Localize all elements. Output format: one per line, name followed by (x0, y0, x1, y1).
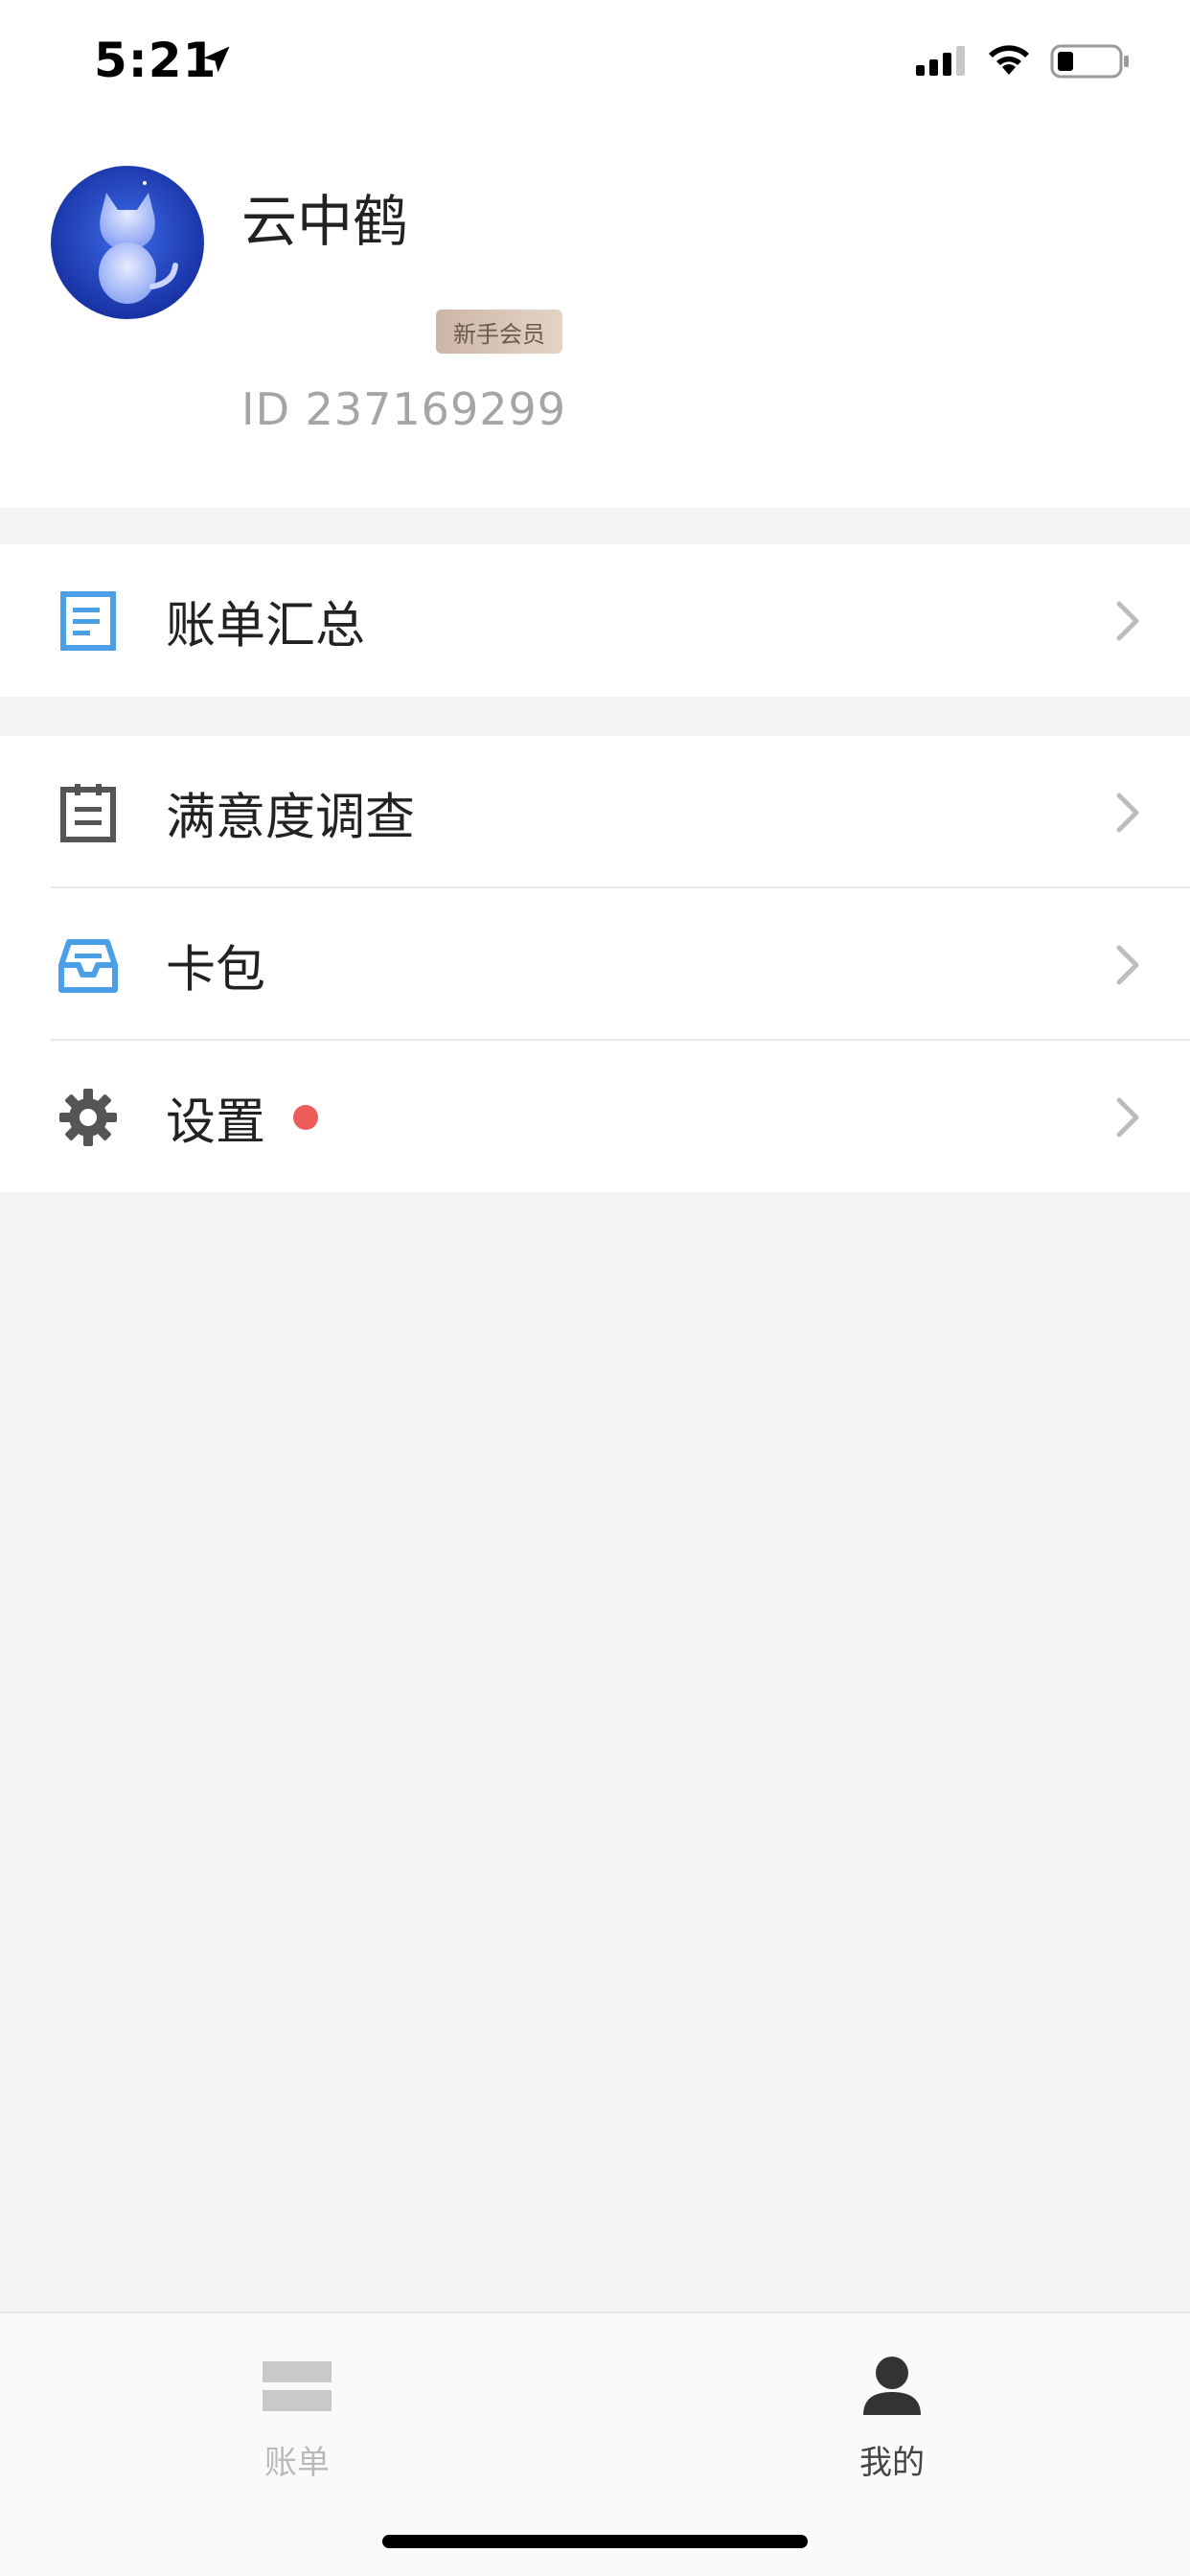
menu-item-bill-summary[interactable]: 账单汇总 (0, 544, 1190, 697)
menu-item-label: 设置 (166, 1093, 266, 1151)
list-icon (263, 2361, 332, 2411)
chevron-right-icon (1116, 945, 1139, 984)
status-bar: 5:21 (0, 0, 1190, 126)
menu-group-other: 满意度调查 卡包 设置 (0, 736, 1190, 1192)
document-icon (60, 590, 116, 651)
tab-label: 账单 (264, 2444, 330, 2482)
cellular-signal-icon (916, 46, 965, 76)
chevron-right-icon (1116, 601, 1139, 640)
notification-dot (293, 1104, 318, 1130)
menu-item-settings[interactable]: 设置 (0, 1041, 1190, 1193)
inbox-tray-icon (58, 938, 118, 993)
person-icon (863, 2357, 921, 2415)
username: 云中鹤 (241, 189, 409, 254)
chevron-right-icon (1116, 1097, 1139, 1137)
location-arrow-icon (203, 46, 230, 73)
menu-item-label: 卡包 (166, 941, 266, 999)
tab-label: 我的 (859, 2444, 925, 2482)
wifi-icon (989, 45, 1029, 75)
gear-icon (59, 1088, 117, 1146)
menu-item-label: 满意度调查 (166, 789, 416, 846)
menu-item-card-wallet[interactable]: 卡包 (0, 888, 1190, 1041)
member-badge: 新手会员 (436, 310, 562, 354)
menu-item-label: 账单汇总 (166, 597, 366, 655)
clipboard-icon (60, 783, 116, 842)
user-id: ID 237169299 (241, 383, 567, 435)
avatar[interactable] (51, 166, 204, 319)
home-indicator (382, 2535, 808, 2548)
chevron-right-icon (1116, 793, 1139, 832)
profile-header (0, 126, 1190, 508)
menu-item-survey[interactable]: 满意度调查 (0, 736, 1190, 888)
tab-mine[interactable]: 我的 (748, 2340, 1036, 2484)
tab-bills[interactable]: 账单 (153, 2340, 441, 2484)
menu-group-bills: 账单汇总 (0, 544, 1190, 697)
battery-icon (1050, 44, 1129, 79)
cat-avatar-icon (51, 166, 204, 319)
